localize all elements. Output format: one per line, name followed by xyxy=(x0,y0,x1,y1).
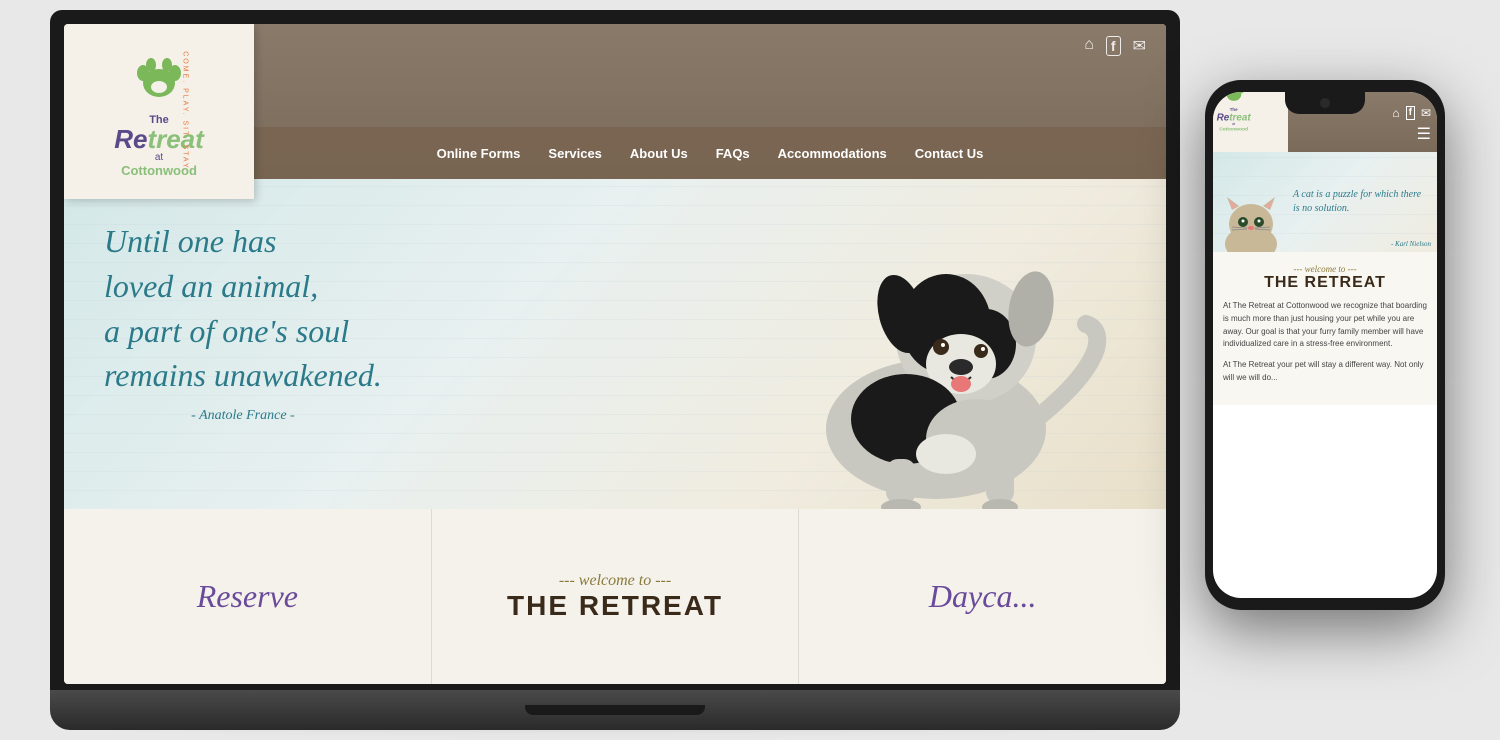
hero-dog-image xyxy=(746,199,1126,509)
top-icons: ⌂ f ✉ xyxy=(254,24,1166,68)
phone-body-text-2: At The Retreat your pet will stay a diff… xyxy=(1223,359,1427,385)
hero-quote: Until one has loved an animal, a part of… xyxy=(104,219,382,424)
phone-notch xyxy=(1285,92,1365,114)
reserve-label: Reserve xyxy=(197,578,298,615)
website-header: The Retreat at Cottonwood COME. PLAY. SI… xyxy=(64,24,1166,179)
phone-hamburger-icon[interactable]: ☰ xyxy=(1417,124,1431,144)
phone: The Retreat at Cottonwood ⌂ f ✉ ☰ xyxy=(1205,80,1445,610)
phone-facebook-icon[interactable]: f xyxy=(1406,106,1415,120)
bottom-section: Reserve --- welcome to --- THE RETREAT D… xyxy=(64,509,1166,684)
logo-tagline: COME. PLAY. SIT. STAY. xyxy=(182,51,189,173)
laptop-base-notch xyxy=(525,705,705,715)
facebook-icon[interactable]: f xyxy=(1106,36,1121,56)
phone-home-icon[interactable]: ⌂ xyxy=(1392,106,1399,120)
phone-camera xyxy=(1320,98,1330,108)
phone-logo-cottonwood: Cottonwood xyxy=(1213,125,1254,131)
laptop-screen-inner: The Retreat at Cottonwood COME. PLAY. SI… xyxy=(64,24,1166,684)
nav-online-forms[interactable]: Online Forms xyxy=(437,146,521,161)
phone-welcome-sub: --- welcome to --- xyxy=(1223,264,1427,274)
phone-content: --- welcome to --- THE RETREAT At The Re… xyxy=(1213,252,1437,405)
logo-content: The Retreat at Cottonwood xyxy=(104,35,214,188)
logo-retreat: Retreat xyxy=(114,126,204,152)
nav-contact-us[interactable]: Contact Us xyxy=(915,146,984,161)
nav-about-us[interactable]: About Us xyxy=(630,146,688,161)
home-icon[interactable]: ⌂ xyxy=(1084,36,1094,56)
hero-quote-text: Until one has loved an animal, a part of… xyxy=(104,219,382,398)
logo-cottonwood: Cottonwood xyxy=(114,163,204,178)
phone-logo-inner: The Retreat at Cottonwood xyxy=(1213,92,1254,131)
nav-faqs[interactable]: FAQs xyxy=(716,146,750,161)
email-icon[interactable]: ✉ xyxy=(1133,36,1146,56)
phone-logo-box: The Retreat at Cottonwood xyxy=(1213,92,1288,160)
phone-body-text-1: At The Retreat at Cottonwood we recogniz… xyxy=(1223,300,1427,351)
welcome-sub: --- welcome to --- xyxy=(507,572,723,590)
welcome-title: THE RETREAT xyxy=(507,590,723,622)
hero-section: Until one has loved an animal, a part of… xyxy=(64,179,1166,509)
phone-quote-attribution: - Karl Nielson xyxy=(1391,240,1431,248)
laptop-body xyxy=(50,690,1180,730)
laptop-screen-outer: The Retreat at Cottonwood COME. PLAY. SI… xyxy=(50,10,1180,692)
laptop: The Retreat at Cottonwood COME. PLAY. SI… xyxy=(50,10,1180,730)
phone-hero: A cat is a puzzle for which there is no … xyxy=(1213,152,1437,252)
phone-screen: The Retreat at Cottonwood ⌂ f ✉ ☰ xyxy=(1213,92,1437,598)
bottom-tab-welcome: --- welcome to --- THE RETREAT xyxy=(432,509,800,684)
phone-paw-icon xyxy=(1220,92,1248,104)
nav-services[interactable]: Services xyxy=(548,146,602,161)
paw-icon xyxy=(129,45,189,105)
phone-body: The Retreat at Cottonwood ⌂ f ✉ ☰ xyxy=(1205,80,1445,610)
logo-box: The Retreat at Cottonwood COME. PLAY. SI… xyxy=(64,24,254,199)
daycare-label: Dayca... xyxy=(929,578,1037,615)
phone-email-icon[interactable]: ✉ xyxy=(1421,106,1431,120)
phone-welcome-title: THE RETREAT xyxy=(1223,274,1427,292)
nav-accommodations[interactable]: Accommodations xyxy=(778,146,887,161)
nav-bar: Online Forms Services About Us FAQs Acco… xyxy=(254,127,1166,179)
bottom-tab-reserve[interactable]: Reserve xyxy=(64,509,432,684)
hero-attribution: - Anatole France - xyxy=(104,408,382,424)
phone-cat-image xyxy=(1217,192,1285,252)
dog-svg xyxy=(746,199,1126,509)
bottom-tab-daycare[interactable]: Dayca... xyxy=(799,509,1166,684)
phone-logo-retreat: Retreat xyxy=(1213,112,1254,122)
nav-area: ⌂ f ✉ Online Forms Services About Us FAQ… xyxy=(254,24,1166,179)
phone-nav-icons: ⌂ f ✉ xyxy=(1392,106,1431,120)
welcome-block: --- welcome to --- THE RETREAT xyxy=(507,572,723,622)
cat-svg xyxy=(1217,192,1285,252)
